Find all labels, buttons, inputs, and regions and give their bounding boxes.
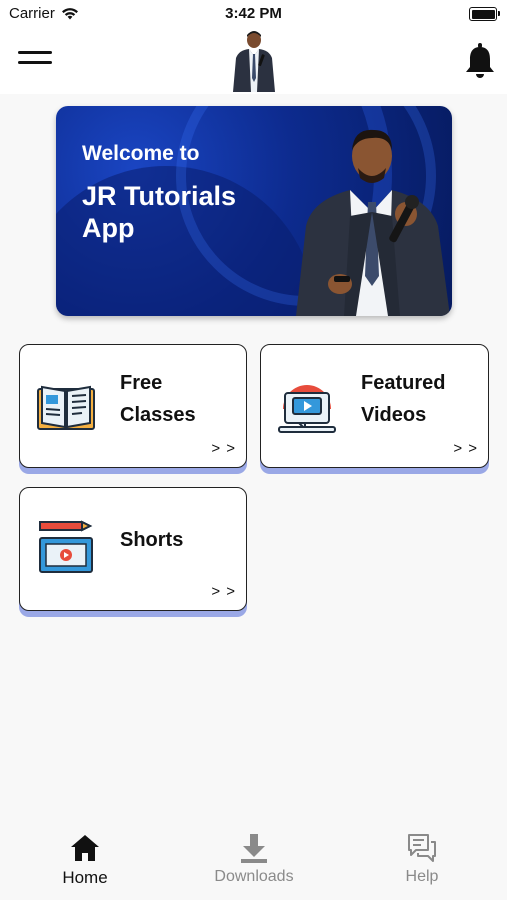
video-editor-icon [39, 520, 93, 573]
free-classes-card[interactable]: Free Classes > > [19, 344, 247, 468]
menu-icon[interactable] [18, 50, 52, 70]
chat-icon [408, 834, 436, 862]
bottom-nav: Home Downloads Help [0, 822, 507, 900]
chevron-right-icon: > > [211, 583, 236, 600]
featured-videos-label: Featured Videos [361, 372, 446, 426]
nav-item-home[interactable]: Home [25, 832, 145, 888]
battery-icon [469, 7, 500, 21]
video-play-icon [278, 385, 336, 433]
nav-label-downloads: Downloads [214, 868, 294, 885]
shorts-label: Shorts [120, 529, 184, 551]
nav-label-help: Help [405, 868, 439, 885]
free-classes-label: Free Classes [120, 372, 196, 426]
nav-label-home: Home [62, 868, 108, 887]
book-icon [37, 385, 95, 430]
presenter-photo [296, 129, 450, 316]
presenter-logo [233, 31, 275, 92]
featured-videos-card[interactable]: Featured Videos > > [260, 344, 489, 468]
chevron-right-icon: > > [211, 440, 236, 457]
bell-icon[interactable] [465, 42, 495, 78]
welcome-banner[interactable]: Welcome to JR Tutorials App [56, 106, 452, 316]
status-time: 3:42 PM [225, 5, 282, 22]
shorts-card[interactable]: Shorts > > [19, 487, 247, 611]
download-icon [241, 834, 267, 863]
chevron-right-icon: > > [453, 440, 478, 457]
app-header [0, 28, 507, 94]
home-icon [71, 835, 99, 861]
status-bar: Carrier 3:42 PM [0, 0, 507, 28]
banner-welcome-text: Welcome to [82, 142, 200, 165]
nav-item-downloads[interactable]: Downloads [194, 832, 314, 886]
banner-title: JR Tutorials App [82, 181, 237, 243]
nav-item-help[interactable]: Help [362, 832, 482, 886]
